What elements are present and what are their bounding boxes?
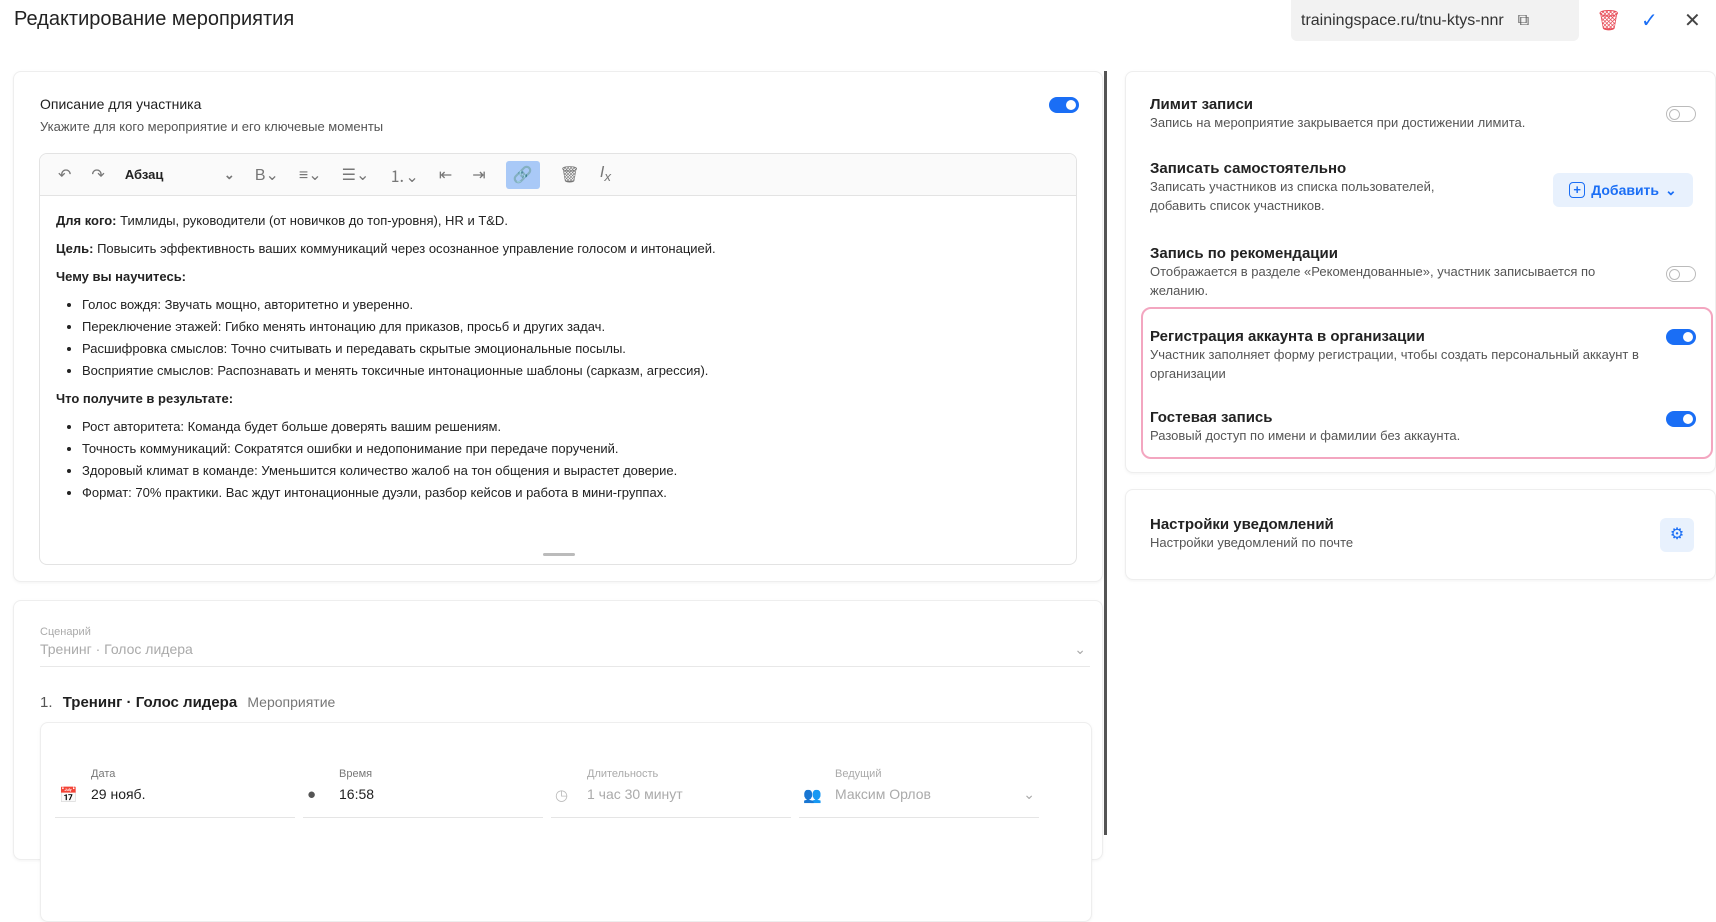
editor-content[interactable]: Для кого: Тимлиды, руководители (от нови… xyxy=(40,196,1076,524)
scenario-card: Сценарий Тренинг · Голос лидера ⌄ 1. Тре… xyxy=(13,600,1103,922)
scenario-value: Тренинг · Голос лидера xyxy=(40,641,193,657)
clock-icon: ● xyxy=(307,786,317,803)
page-title: Редактирование мероприятия xyxy=(14,8,295,30)
org-registration-toggle[interactable] xyxy=(1666,329,1696,345)
resize-handle[interactable] xyxy=(543,553,575,556)
skills-list: Голос вождя: Звучать мощно, авторитетно … xyxy=(56,294,1060,382)
description-subtitle: Укажите для кого мероприятие и его ключе… xyxy=(40,119,384,134)
setting-org-registration: Регистрация аккаунта в организации Участ… xyxy=(1150,328,1660,383)
session-card: 📅 Дата 29 нояб. ● Время 16:58 ◷ Длительность 1… xyxy=(40,722,1092,922)
setting-self-enroll: Записать самостоятельно Записать участни… xyxy=(1150,160,1480,215)
sliders-icon: ⚙ xyxy=(1669,526,1685,543)
setting-recommendation: Запись по рекомендации Отображается в ра… xyxy=(1150,245,1640,300)
value: 1 час 30 минут xyxy=(587,786,683,802)
chevron-down-icon: ⌄ xyxy=(1074,641,1086,657)
rich-text-editor[interactable]: ↶ ↷ Абзац ⌄ B⌄ ≡⌄ ☰⌄ ⒈⌄ ⇤ ⇥ 🔗 🗑 Ix Для ко… xyxy=(39,153,1077,565)
setting-limit: Лимит записи Запись на мероприятие закры… xyxy=(1150,96,1525,132)
notifications-title: Настройки уведомлений xyxy=(1150,516,1334,533)
value: 16:58 xyxy=(339,786,375,802)
event-url-box[interactable]: trainingspace.ru/tnu-ktys-nnr ⧉ xyxy=(1291,0,1579,41)
link-icon[interactable]: 🔗 xyxy=(505,160,540,189)
setting-title: Регистрация аккаунта в организации xyxy=(1150,328,1425,345)
list-item: Точность коммуникаций: Сократятся ошибки… xyxy=(82,438,1060,460)
setting-guest: Гостевая запись Разовый доступ по имени … xyxy=(1150,409,1460,445)
indent-icon[interactable]: ⇥ xyxy=(472,165,485,185)
time-field[interactable]: ● Время 16:58 xyxy=(303,768,543,818)
plus-icon: + xyxy=(1569,182,1586,198)
heading: Чему вы научитесь: xyxy=(56,269,187,284)
list-item: Формат: 70% практики. Вас ждут интонацио… xyxy=(82,482,1060,504)
numbered-list-icon[interactable]: ⒈⌄ xyxy=(389,163,418,187)
redo-icon[interactable]: ↷ xyxy=(91,165,104,185)
setting-desc: Запись на мероприятие закрывается при до… xyxy=(1150,115,1526,130)
label: Дата xyxy=(91,768,116,780)
item-type: Мероприятие xyxy=(247,694,336,710)
label: Ведущий xyxy=(835,768,882,780)
chevron-down-icon: ⌄ xyxy=(1665,181,1677,198)
bold-icon[interactable]: B⌄ xyxy=(255,165,279,185)
description-toggle[interactable] xyxy=(1049,97,1079,113)
list-item: Расшифровка смыслов: Точно считывать и п… xyxy=(82,338,1060,360)
duration-field[interactable]: ◷ Длительность 1 час 30 минут xyxy=(551,768,791,818)
users-icon: 👥 xyxy=(803,787,822,804)
align-icon[interactable]: ≡⌄ xyxy=(299,165,322,185)
notification-settings-button[interactable]: ⚙ xyxy=(1660,518,1694,552)
results-list: Рост авторитета: Команда будет больше до… xyxy=(56,416,1060,504)
clock-outline-icon: ◷ xyxy=(555,787,569,804)
guest-toggle[interactable] xyxy=(1666,411,1696,427)
list-item: Восприятие смыслов: Распознавать и менят… xyxy=(82,360,1060,382)
panel-divider[interactable] xyxy=(1104,71,1107,835)
date-field[interactable]: 📅 Дата 29 нояб. xyxy=(55,768,295,818)
copy-icon[interactable]: ⧉ xyxy=(1518,12,1529,30)
list-item: Рост авторитета: Команда будет больше до… xyxy=(82,416,1060,438)
paragraph-select[interactable]: Абзац ⌄ xyxy=(125,167,235,183)
notifications-card: Настройки уведомлений Настройки уведомле… xyxy=(1125,489,1716,580)
text: Тимлиды, руководители (от новичков до то… xyxy=(116,213,508,228)
setting-desc: Участник заполняет форму регистрации, чт… xyxy=(1150,347,1639,381)
value: 29 нояб. xyxy=(91,786,146,802)
bullet-list-icon[interactable]: ☰⌄ xyxy=(342,165,370,185)
outdent-icon[interactable]: ⇤ xyxy=(439,165,452,185)
notifications-desc: Настройки уведомлений по почте xyxy=(1150,535,1354,550)
description-title: Описание для участника xyxy=(40,96,202,112)
list-item: Переключение этажей: Гибко менять интона… xyxy=(82,316,1060,338)
host-field[interactable]: 👥 Ведущий Максим Орлов ⌄ xyxy=(799,768,1039,818)
recommendation-toggle[interactable] xyxy=(1666,266,1696,282)
list-item: Голос вождя: Звучать мощно, авторитетно … xyxy=(82,294,1060,316)
item-title: Тренинг · Голос лидера xyxy=(62,694,238,711)
setting-title: Лимит записи xyxy=(1150,96,1254,113)
save-check-icon[interactable]: ✓ xyxy=(1641,8,1658,33)
value: Максим Орлов xyxy=(835,786,931,802)
label: Для кого: xyxy=(56,213,117,228)
setting-desc: Записать участников из списка пользовате… xyxy=(1150,179,1435,213)
add-label: Добавить xyxy=(1591,182,1660,198)
delete-icon[interactable]: 🗑 xyxy=(1596,8,1621,33)
label: Длительность xyxy=(587,768,659,780)
label: Цель: xyxy=(56,241,94,256)
text: Повысить эффективность ваших коммуникаци… xyxy=(93,241,716,256)
item-number: 1. xyxy=(40,694,53,711)
editor-toolbar: ↶ ↷ Абзац ⌄ B⌄ ≡⌄ ☰⌄ ⒈⌄ ⇤ ⇥ 🔗 🗑 Ix xyxy=(40,154,1076,196)
heading: Что получите в результате: xyxy=(56,391,234,406)
scenario-select[interactable]: Тренинг · Голос лидера ⌄ xyxy=(40,641,1090,667)
setting-desc: Разовый доступ по имени и фамилии без ак… xyxy=(1150,428,1461,443)
add-button[interactable]: + Добавить ⌄ xyxy=(1553,173,1693,207)
close-icon[interactable]: ✕ xyxy=(1684,8,1701,33)
clear-format-icon[interactable]: Ix xyxy=(600,164,611,184)
undo-icon[interactable]: ↶ xyxy=(58,165,71,185)
limit-toggle[interactable] xyxy=(1666,106,1696,122)
setting-title: Запись по рекомендации xyxy=(1150,245,1338,262)
chevron-down-icon: ⌄ xyxy=(1023,786,1035,802)
list-item: Здоровый климат в команде: Уменьшится ко… xyxy=(82,460,1060,482)
calendar-icon: 📅 xyxy=(59,787,78,804)
settings-card: Лимит записи Запись на мероприятие закры… xyxy=(1125,71,1716,473)
scenario-label: Сценарий xyxy=(40,626,91,638)
setting-title: Записать самостоятельно xyxy=(1150,160,1347,177)
trash-icon[interactable]: 🗑 xyxy=(560,165,580,185)
event-url[interactable]: trainingspace.ru/tnu-ktys-nnr xyxy=(1301,12,1504,30)
label: Время xyxy=(339,768,373,780)
setting-desc: Отображается в разделе «Рекомендованные»… xyxy=(1150,264,1596,298)
setting-title: Гостевая запись xyxy=(1150,409,1273,426)
